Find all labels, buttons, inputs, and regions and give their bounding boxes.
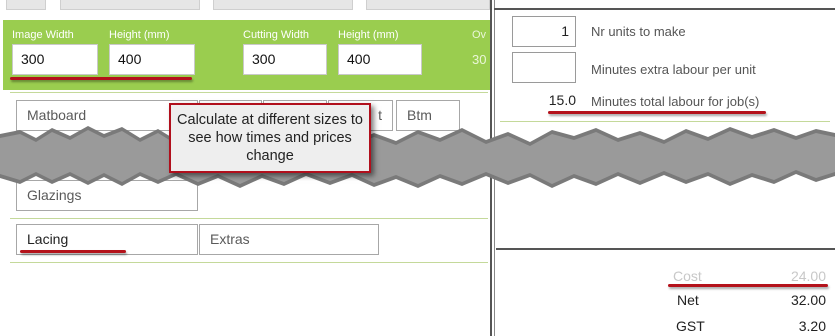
- divider: [10, 92, 488, 93]
- image-width-label: Image Width: [12, 29, 74, 41]
- image-width-input[interactable]: 300: [12, 44, 98, 75]
- top-tab-3[interactable]: [213, 0, 353, 10]
- extra-labour-label: Minutes extra labour per unit: [591, 62, 756, 77]
- cutting-width-input[interactable]: 300: [243, 44, 327, 75]
- extras-button[interactable]: Extras: [199, 224, 379, 255]
- gst-value: 3.20: [798, 318, 826, 334]
- divider: [10, 218, 488, 219]
- annotation-underline-labour: [548, 111, 766, 114]
- totals-separator: [496, 248, 835, 250]
- app-window: Image Width Height (mm) 300 400 Cutting …: [0, 0, 835, 336]
- top-tab-1[interactable]: [6, 0, 46, 10]
- image-height-input[interactable]: 400: [109, 44, 195, 75]
- cutting-height-input[interactable]: 400: [338, 44, 422, 75]
- cutting-width-label: Cutting Width: [243, 29, 310, 41]
- annotation-underline-size: [10, 77, 192, 80]
- divider: [10, 262, 488, 263]
- cost-label: Cost: [673, 268, 702, 284]
- cost-value: 24.00: [790, 268, 826, 284]
- total-labour-value: 15.0: [548, 92, 576, 108]
- cutting-height-label: Height (mm): [338, 29, 399, 41]
- gst-label: GST: [676, 318, 705, 334]
- top-tab-2[interactable]: [60, 0, 200, 10]
- units-input[interactable]: 1: [512, 16, 576, 47]
- image-height-label: Height (mm): [109, 29, 170, 41]
- divider: [500, 121, 830, 122]
- right-panel-top-border: [494, 8, 835, 10]
- units-label: Nr units to make: [591, 24, 686, 39]
- extra-labour-input[interactable]: [512, 52, 576, 83]
- net-value: 32.00: [790, 292, 826, 308]
- annotation-underline-cost: [668, 284, 828, 287]
- overflow-value: 30: [472, 52, 487, 67]
- glazings-button[interactable]: Glazings: [16, 180, 198, 211]
- annotation-callout: Calculate at different sizes to see how …: [169, 103, 371, 173]
- btm-button[interactable]: Btm: [396, 100, 460, 131]
- net-label: Net: [677, 292, 699, 308]
- top-tab-4[interactable]: [366, 0, 490, 10]
- annotation-underline-lacing: [20, 250, 126, 253]
- total-labour-label: Minutes total labour for job(s): [591, 94, 760, 109]
- overflow-label: Ov: [472, 29, 487, 41]
